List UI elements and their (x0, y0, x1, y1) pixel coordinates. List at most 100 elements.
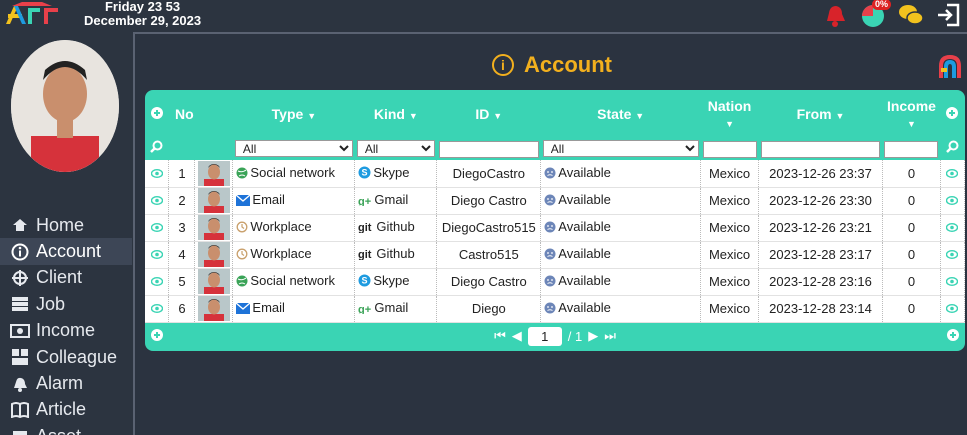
row-from: 2023-12-28 23:14 (758, 295, 883, 323)
row-kind: S Skype (354, 268, 438, 296)
nation-filter-input[interactable] (702, 140, 757, 158)
svg-text:g+: g+ (358, 304, 371, 314)
total-pages: / 1 (567, 328, 583, 344)
row-no: 5 (168, 268, 196, 296)
row-type-label: Email (252, 192, 285, 207)
income-filter-input[interactable] (884, 140, 939, 158)
row-income: 0 (882, 241, 941, 269)
git-icon: git (358, 221, 374, 236)
add-row-footer-button-right[interactable] (947, 328, 959, 346)
sidebar-item-client[interactable]: Client (0, 265, 132, 291)
view-icon[interactable] (145, 241, 170, 269)
sidebar-item-asset[interactable]: Asset (0, 423, 132, 435)
row-kind-label: Github (376, 219, 415, 234)
logout-icon[interactable] (935, 1, 963, 29)
sidebar-item-income[interactable]: Income (0, 318, 132, 344)
view-icon-right[interactable] (940, 187, 966, 215)
sidebar-item-home[interactable]: Home (0, 212, 132, 238)
info-icon (10, 243, 30, 261)
table-row[interactable]: 5 Social network S Skype Diego Castro Availab… (145, 268, 966, 296)
pagination: ⏮ ◀ / 1 ▶ ⏭ (145, 323, 965, 349)
search-icon[interactable] (145, 138, 169, 160)
avatar-thumbnail[interactable] (194, 268, 234, 296)
from-filter-input[interactable] (760, 140, 881, 158)
next-page-icon[interactable]: ▶ (588, 328, 598, 344)
book-icon (10, 401, 30, 419)
row-state-label: Available (558, 164, 611, 180)
view-icon[interactable] (145, 268, 170, 296)
header-nation[interactable]: Nation ▼ (701, 90, 759, 138)
view-icon[interactable] (145, 295, 170, 323)
type-filter-select[interactable]: All (234, 140, 353, 157)
sort-down-icon: ▼ (408, 111, 418, 121)
view-icon-right[interactable] (940, 214, 966, 242)
date: December 29, 2023 (84, 13, 202, 28)
view-icon[interactable] (145, 187, 170, 215)
add-row-button-right[interactable] (940, 90, 964, 138)
first-page-icon[interactable]: ⏮ (494, 328, 506, 344)
view-icon[interactable] (145, 214, 170, 242)
page-number-input[interactable] (527, 326, 562, 346)
table-row[interactable]: 4 Workplace git Github Castro515 Available Mex… (145, 241, 966, 269)
chat-icon[interactable] (897, 1, 925, 29)
table-row[interactable]: 2 Email g+ Gmail Diego Castro Available Mexico… (145, 187, 966, 215)
prev-page-icon[interactable]: ◀ (512, 328, 522, 344)
app-corner-icon[interactable] (937, 54, 963, 80)
sidebar-item-alarm[interactable]: Alarm (0, 370, 132, 396)
sidebar-item-colleague[interactable]: Colleague (0, 344, 132, 370)
last-page-icon[interactable]: ⏭ (604, 328, 616, 344)
sidebar-item-job[interactable]: Job (0, 291, 132, 317)
row-from: 2023-12-26 23:30 (758, 187, 883, 215)
header-income-label: Income (886, 98, 936, 114)
kind-filter-select[interactable]: All (356, 140, 435, 157)
row-no: 4 (168, 241, 196, 269)
row-from: 2023-12-28 23:16 (758, 268, 883, 296)
row-from: 2023-12-28 23:17 (758, 241, 883, 269)
avatar-thumbnail[interactable] (194, 295, 234, 323)
row-type-label: Email (252, 300, 285, 315)
header-income[interactable]: Income ▼ (882, 90, 940, 138)
avatar-thumbnail[interactable] (194, 187, 234, 215)
gplus-icon: g+ (358, 194, 372, 209)
row-no: 1 (168, 160, 196, 188)
table-row[interactable]: 3 Workplace git Github DiegoCastro515 Availab… (145, 214, 966, 242)
row-from: 2023-12-26 23:21 (758, 214, 883, 242)
sidebar-nav: Home Account Client Job Income Colleague… (0, 212, 132, 435)
avatar-thumbnail[interactable] (194, 214, 234, 242)
add-row-button[interactable] (145, 90, 169, 138)
view-icon[interactable] (145, 160, 170, 188)
status-icon (544, 248, 556, 263)
view-icon-right[interactable] (940, 295, 966, 323)
header-kind[interactable]: Kind ▼ (355, 90, 437, 138)
header-no[interactable]: No (169, 90, 233, 138)
date-time: Friday 23 53 December 29, 2023 (84, 0, 201, 28)
bell-icon[interactable] (821, 1, 849, 29)
progress-indicator[interactable]: 0% (859, 0, 891, 29)
search-icon-right[interactable] (940, 138, 964, 160)
view-icon-right[interactable] (940, 241, 966, 269)
table-row[interactable]: 6 Email g+ Gmail Diego Available Mexico 2023-12… (145, 295, 966, 323)
header-state[interactable]: State ▼ (541, 90, 701, 138)
view-icon-right[interactable] (940, 268, 966, 296)
row-id: DiegoCastro515 (436, 214, 542, 242)
row-nation: Mexico (700, 268, 760, 296)
sidebar-item-label: Home (36, 214, 85, 235)
row-state: Available (540, 187, 702, 215)
row-kind: git Github (354, 214, 438, 242)
header-id[interactable]: ID ▼ (437, 90, 541, 138)
avatar-thumbnail[interactable] (194, 160, 234, 188)
mail-icon (235, 194, 251, 209)
sidebar-item-account[interactable]: Account (0, 238, 132, 265)
row-id: DiegoCastro (436, 160, 542, 188)
table-row[interactable]: 1 Social network S Skype DiegoCastro Availabl… (145, 160, 966, 188)
header-from[interactable]: From ▼ (759, 90, 883, 138)
user-avatar[interactable] (11, 40, 119, 172)
sidebar-item-article[interactable]: Article (0, 397, 132, 423)
avatar-thumbnail[interactable] (194, 241, 234, 269)
day-time: Friday 23 53 (104, 0, 181, 14)
svg-text:git: git (358, 249, 372, 260)
view-icon-right[interactable] (940, 160, 966, 188)
header-type[interactable]: Type ▼ (233, 90, 355, 138)
id-filter-input[interactable] (438, 140, 539, 158)
state-filter-select[interactable]: All (542, 140, 699, 157)
